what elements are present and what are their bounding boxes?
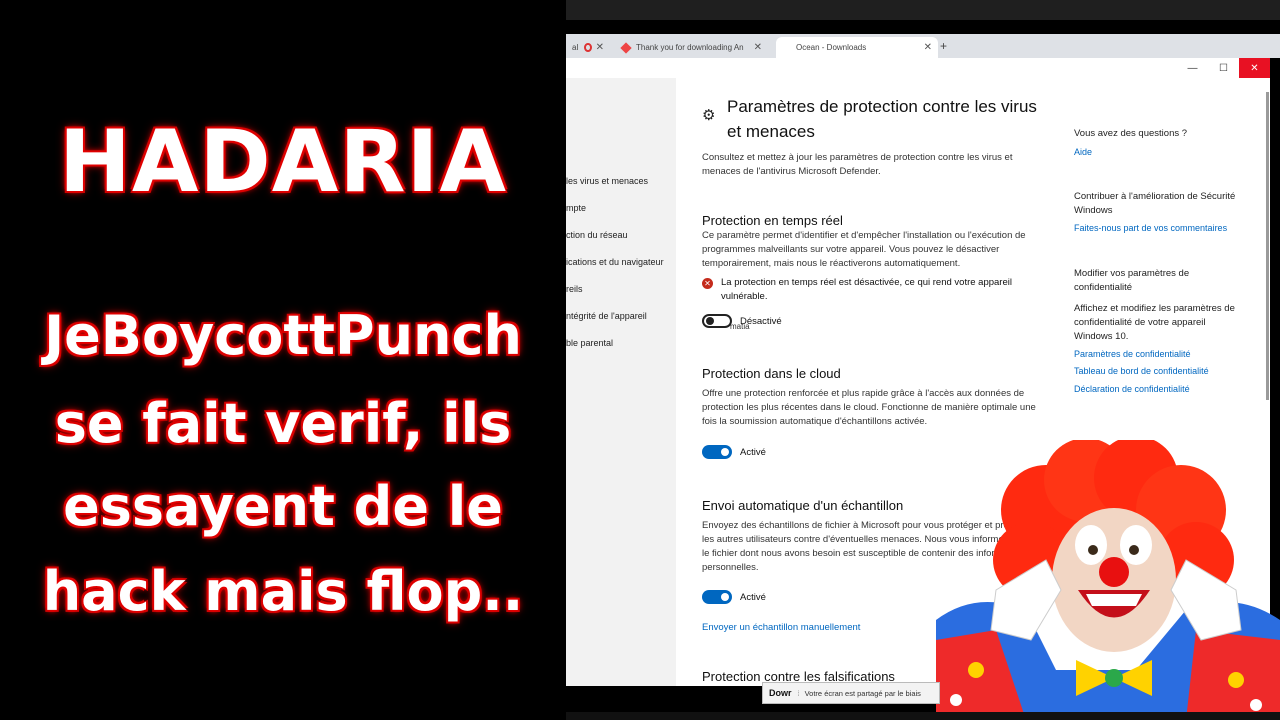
questions-heading: Vous avez des questions ?	[1074, 128, 1188, 139]
privacy-dashboard-link[interactable]: Tableau de bord de confidentialité	[1074, 366, 1209, 376]
tooltip-text: matia	[730, 322, 750, 331]
privacy-desc: Affichez et modifiez les paramètres de c…	[1074, 303, 1235, 342]
warning-text: La protection en temps réel est désactiv…	[721, 277, 1012, 302]
browser-top-bar	[566, 0, 1280, 20]
drag-handle-icon[interactable]: ⁞	[798, 689, 800, 698]
site-favicon-icon	[620, 41, 632, 54]
toggle-switch[interactable]	[702, 314, 732, 328]
cloud-toggle[interactable]: Activé	[702, 445, 766, 459]
page-scrollbar[interactable]	[1266, 92, 1269, 400]
realtime-warning: ✕ La protection en temps réel est désact…	[702, 276, 1037, 304]
sidebar-item-device[interactable]: reils	[566, 284, 583, 294]
thumbnail-overlay: HADARIA JeBoycottPunch se fait verif, il…	[0, 0, 566, 720]
sidebar-item-device-health[interactable]: ntégrité de l'appareil	[566, 311, 647, 321]
close-icon[interactable]: ✕	[596, 42, 604, 53]
page-title: Paramètres de protection contre les viru…	[727, 97, 1037, 141]
tab-ocean-downloads[interactable]: Ocean - Downloads ✕	[776, 37, 938, 58]
toggle-label: Activé	[740, 446, 766, 458]
sample-toggle[interactable]: Activé	[702, 590, 766, 604]
feedback-link[interactable]: Faites-nous part de vos commentaires	[1074, 223, 1227, 233]
close-icon[interactable]: ✕	[924, 42, 932, 53]
taskbar	[566, 712, 1280, 720]
toggle-switch[interactable]	[702, 590, 732, 604]
overlay-title: HADARIA	[58, 112, 508, 212]
tab-label: al	[572, 43, 579, 52]
browser-tab-bar: al ✕ Thank you for downloading An ✕ Ocea…	[566, 34, 1280, 58]
sidebar-item-network[interactable]: ction du réseau	[566, 230, 628, 240]
window-controls: — ☐ ✕	[1177, 58, 1270, 78]
error-icon: ✕	[702, 278, 713, 289]
close-window-button[interactable]: ✕	[1239, 58, 1270, 78]
privacy-statement-link[interactable]: Déclaration de confidentialité	[1074, 384, 1190, 394]
close-icon[interactable]: ✕	[754, 42, 762, 53]
realtime-desc: Ce paramètre permet d'identifier et d'em…	[702, 230, 1026, 269]
gear-icon: ⚙	[702, 107, 716, 124]
record-icon	[584, 43, 592, 52]
maximize-button[interactable]: ☐	[1208, 58, 1239, 78]
overlay-line-1: JeBoycottPunch	[44, 304, 522, 367]
sample-heading: Envoi automatique d'un échantillon	[702, 498, 904, 513]
sidebar: les virus et menaces mpte ction du résea…	[566, 78, 676, 686]
privacy-settings-link[interactable]: Paramètres de confidentialité	[1074, 349, 1191, 359]
share-message: Votre écran est partagé par le biais	[804, 688, 921, 698]
cloud-desc: Offre une protection renforcée et plus r…	[702, 388, 1036, 427]
screen-share-bar: Dowr ⁞ Votre écran est partagé par le bi…	[762, 682, 940, 704]
new-tab-button[interactable]: +	[940, 39, 947, 53]
contribute-heading: Contribuer à l'amélioration de Sécurité …	[1074, 191, 1236, 216]
cloud-heading: Protection dans le cloud	[702, 366, 841, 381]
minimize-button[interactable]: —	[1177, 58, 1208, 78]
tab-partial[interactable]: al ✕	[566, 37, 610, 58]
overlay-line-3: essayent de le	[63, 475, 503, 538]
tab-label: Thank you for downloading An	[636, 43, 744, 52]
overlay-line-2: se fait verif, ils	[54, 392, 512, 455]
sidebar-item-account[interactable]: mpte	[566, 203, 586, 213]
help-link[interactable]: Aide	[1074, 147, 1092, 157]
tab-thank-you[interactable]: Thank you for downloading An ✕	[616, 37, 768, 58]
toggle-label: Activé	[740, 591, 766, 603]
overlay-line-4: hack mais flop..	[42, 560, 524, 623]
tab-label: Ocean - Downloads	[796, 43, 867, 52]
clown-sticker-image	[936, 440, 1280, 720]
sidebar-item-app-browser[interactable]: ications et du navigateur	[566, 257, 664, 267]
send-sample-link[interactable]: Envoyer un échantillon manuellement	[702, 622, 860, 633]
toggle-switch[interactable]	[702, 445, 732, 459]
realtime-heading: Protection en temps réel	[702, 213, 843, 228]
privacy-heading: Modifier vos paramètres de confidentiali…	[1074, 268, 1190, 293]
sidebar-item-virus[interactable]: les virus et menaces	[566, 176, 648, 186]
page-intro: Consultez et mettez à jour les paramètre…	[702, 152, 1013, 177]
sidebar-item-family[interactable]: ble parental	[566, 338, 613, 348]
download-button[interactable]: Dowr	[763, 688, 798, 698]
